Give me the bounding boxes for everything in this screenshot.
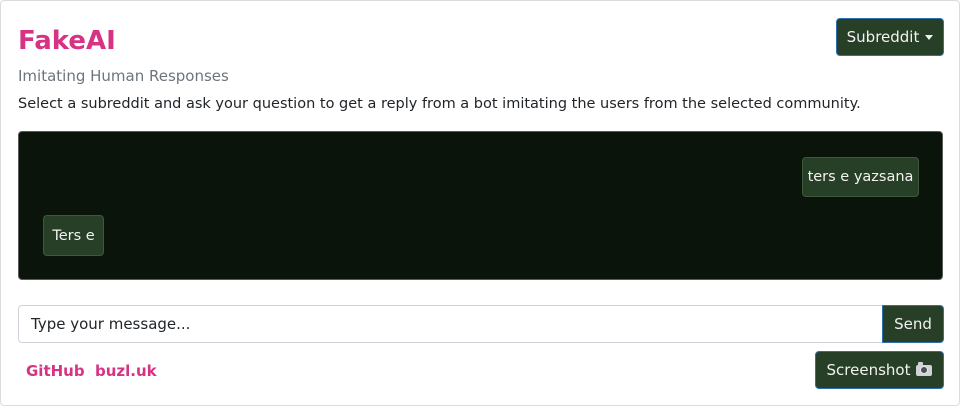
subreddit-dropdown-label: Subreddit [846, 28, 920, 46]
page-description: Select a subreddit and ask your question… [18, 96, 861, 112]
chat-window: ters e yazsana Ters e [18, 131, 943, 280]
message-input[interactable] [18, 305, 884, 343]
user-message-text: ters e yazsana [807, 169, 914, 185]
caret-down-icon [925, 34, 934, 40]
screenshot-button-label: Screenshot [826, 361, 911, 379]
page-subtitle: Imitating Human Responses [18, 67, 229, 85]
bot-message-text: Ters e [52, 227, 95, 244]
camera-icon [916, 361, 933, 376]
send-button[interactable]: Send [882, 305, 944, 343]
page-title: FakeAI [18, 26, 116, 56]
app-card: FakeAI Imitating Human Responses Select … [0, 0, 960, 406]
screenshot-button[interactable]: Screenshot [815, 351, 944, 389]
buzl-link[interactable]: buzl.uk [95, 361, 157, 381]
send-button-label: Send [894, 315, 932, 333]
subreddit-dropdown-button[interactable]: Subreddit [836, 18, 944, 56]
bot-message: Ters e [43, 215, 104, 256]
user-message: ters e yazsana [802, 157, 919, 197]
github-link[interactable]: GitHub [26, 361, 85, 381]
